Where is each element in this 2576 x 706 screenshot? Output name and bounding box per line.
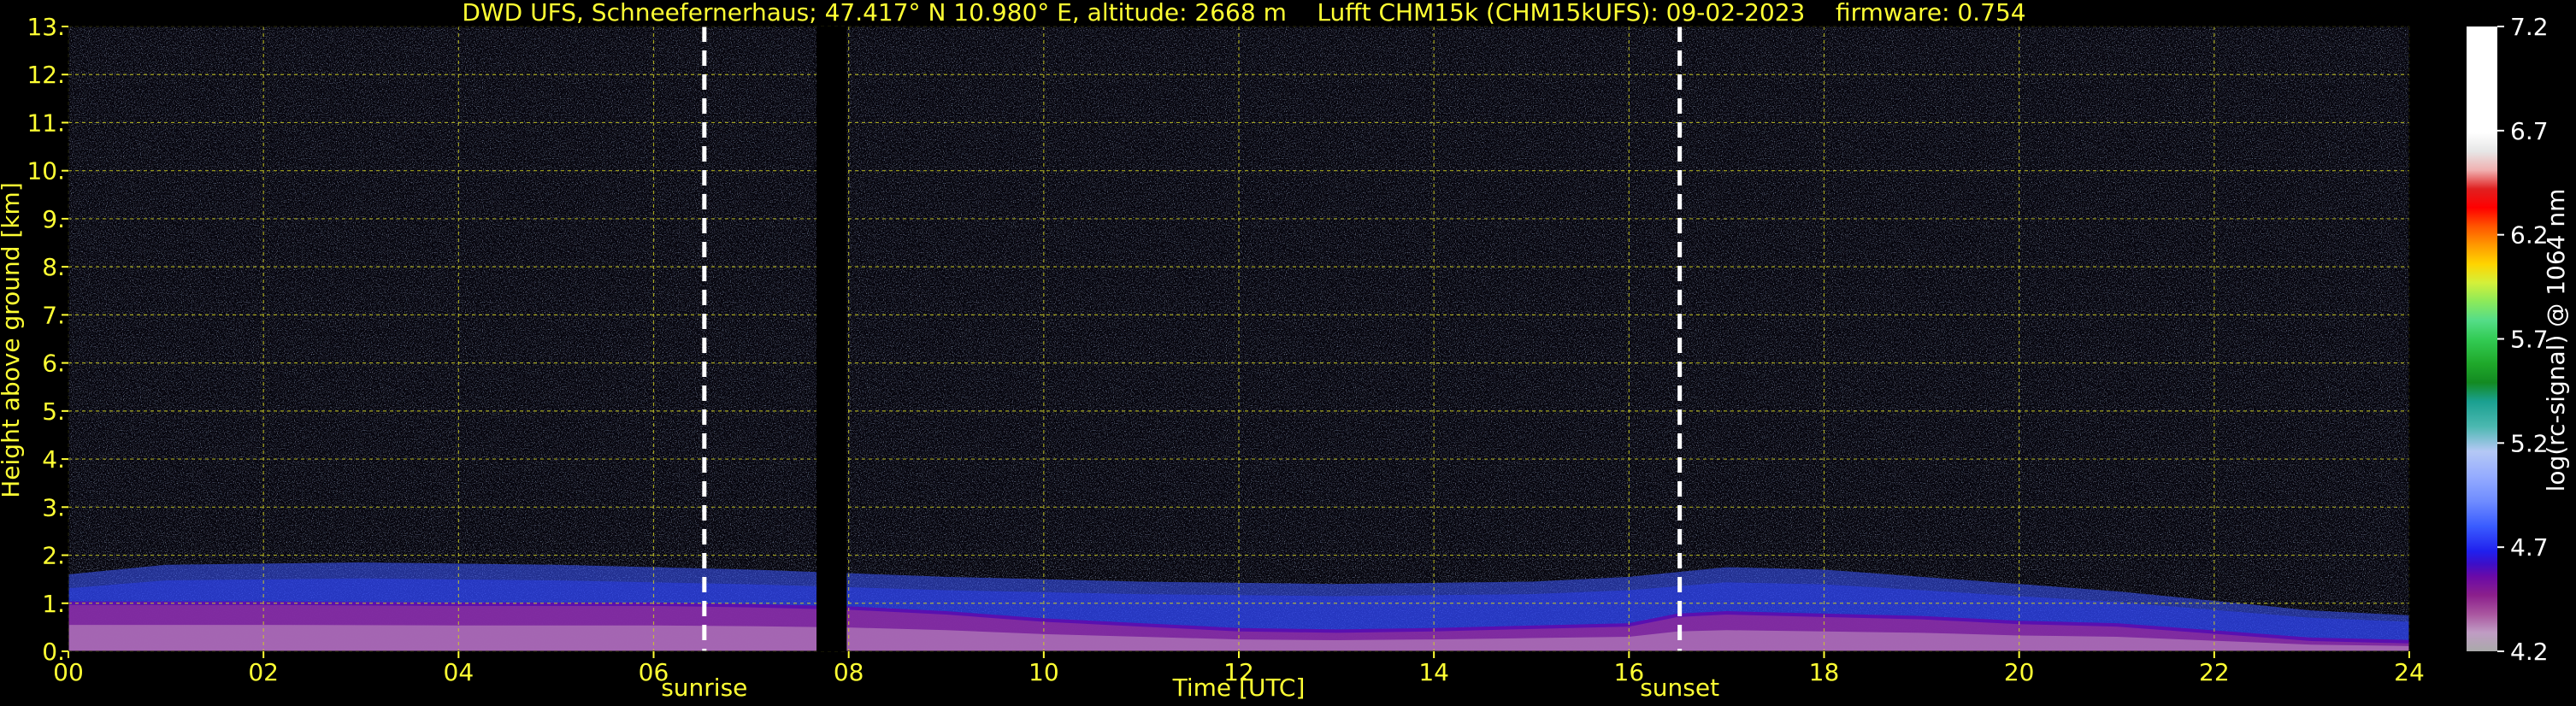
y-tick-label: 5. (42, 397, 65, 426)
x-tick-label: 20 (2004, 658, 2035, 686)
y-tick-label: 6. (42, 350, 65, 378)
colorbar-tick-label: 7.2 (2510, 13, 2549, 41)
sunrise-label: sunrise (661, 674, 747, 702)
x-axis-label: Time [UTC] (1172, 674, 1306, 702)
x-tick-label: 08 (834, 658, 864, 686)
y-tick-label: 8. (42, 253, 65, 281)
plot-area (68, 26, 2410, 652)
x-tick-label: 02 (248, 658, 279, 686)
y-tick-label: 13. (27, 13, 65, 41)
colorbar-label: log(rc-signal) @ 1064 nm (2542, 189, 2570, 492)
y-tick-label: 1. (42, 590, 65, 618)
y-tick-label: 4. (42, 445, 65, 474)
y-tick-label: 7. (42, 301, 65, 329)
y-tick-label: 9. (42, 205, 65, 233)
chart-title: DWD UFS, Schneefernerhaus; 47.417° N 10.… (462, 0, 2025, 26)
y-axis-label: Height above ground [km] (0, 182, 25, 498)
data-gap-bar (816, 26, 847, 651)
colorbar-ticks: 4.24.75.25.76.26.77.2 (2497, 13, 2549, 666)
y-tick-label: 3. (42, 493, 65, 521)
noise-texture (68, 26, 2409, 651)
colorbar-tick-label: 4.2 (2510, 638, 2549, 666)
y-tick-label: 10. (27, 157, 65, 185)
colorbar: 4.24.75.25.76.26.77.2 log(rc-signal) @ 1… (2467, 13, 2570, 666)
x-tick-label: 18 (1809, 658, 1840, 686)
colorbar-tick-label: 6.7 (2510, 117, 2549, 145)
y-tick-label: 2. (42, 542, 65, 570)
y-tick-label: 0. (42, 638, 65, 666)
x-tick-label: 14 (1418, 658, 1449, 686)
x-tick-label: 04 (444, 658, 475, 686)
y-tick-label: 12. (27, 61, 65, 89)
x-tick-label: 10 (1029, 658, 1059, 686)
x-tick-label: 22 (2199, 658, 2230, 686)
colorbar-scale (2467, 26, 2497, 651)
ceilometer-chart: DWD UFS, Schneefernerhaus; 47.417° N 10.… (0, 0, 2570, 702)
colorbar-tick-label: 4.7 (2510, 533, 2549, 562)
x-tick-label: 24 (2394, 658, 2425, 686)
y-axis-ticks: 0. 1. 2. 3. 4. 5. 6. 7. 8. 9. 10. 11. 12. 13. (27, 13, 68, 666)
sunset-label: sunset (1640, 674, 1719, 702)
y-tick-label: 11. (27, 109, 65, 137)
